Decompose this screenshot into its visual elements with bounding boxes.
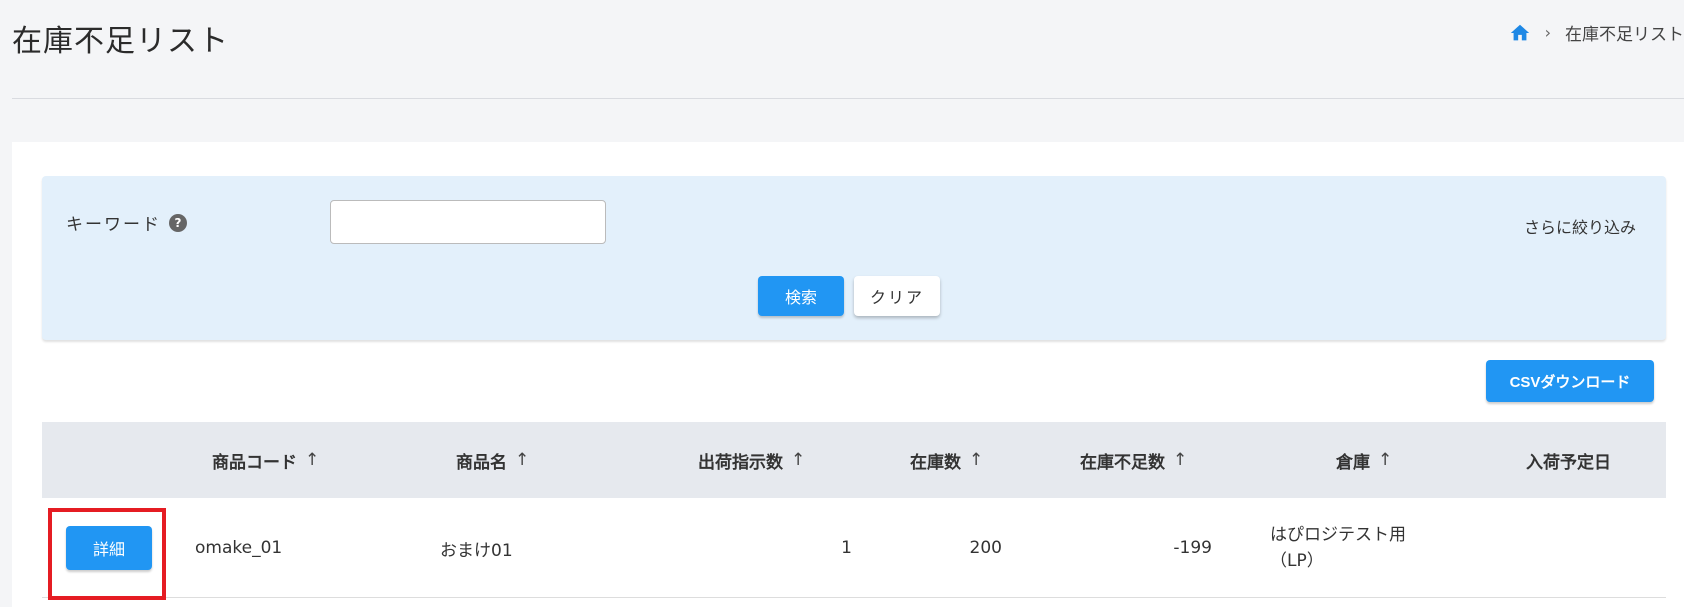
cell-name: おまけ01 [440, 540, 513, 561]
keyword-label: キーワード ? [66, 210, 187, 235]
arrow-up-icon: ↑ [969, 450, 984, 470]
warehouse-text: はぴロジテスト用（LP） [1270, 525, 1406, 571]
column-header-code[interactable]: 商品コード ↑ [212, 422, 319, 498]
arrow-up-icon: ↑ [1378, 450, 1393, 470]
content-card: キーワード ? さらに絞り込み 検索 クリア CSVダウンロード 商品コード ↑… [12, 142, 1684, 607]
cell-warehouse: はぴロジテスト用（LP） [1270, 498, 1440, 598]
table-row: 詳細 omake_01 おまけ01 1 200 -199 はぴロジテスト用（LP… [42, 498, 1666, 600]
column-header-warehouse[interactable]: 倉庫 ↑ [1336, 422, 1392, 498]
keyword-input[interactable] [330, 200, 606, 244]
column-header-label: 出荷指示数 [698, 452, 783, 473]
table-header: 商品コード ↑ 商品名 ↑ 出荷指示数 ↑ 在庫数 ↑ 在庫不足数 ↑ 倉庫 ↑… [42, 422, 1666, 498]
breadcrumb-current: 在庫不足リスト [1565, 25, 1684, 45]
cell-shortage: -199 [1173, 538, 1212, 558]
page-header: 在庫不足リスト › 在庫不足リスト [0, 0, 1684, 98]
column-header-label: 在庫数 [910, 452, 961, 473]
column-header-stock[interactable]: 在庫数 ↑ [910, 422, 983, 498]
clear-button[interactable]: クリア [854, 276, 940, 316]
column-header-label: 在庫不足数 [1080, 452, 1165, 473]
csv-download-button[interactable]: CSVダウンロード [1486, 360, 1654, 402]
column-header-label: 入荷予定日 [1526, 452, 1611, 473]
detail-button[interactable]: 詳細 [66, 526, 152, 570]
arrow-up-icon: ↑ [515, 450, 530, 470]
page-title: 在庫不足リスト [12, 24, 229, 59]
arrow-up-icon: ↑ [1173, 450, 1188, 470]
arrow-up-icon: ↑ [791, 450, 806, 470]
cell-code: omake_01 [195, 538, 283, 558]
column-header-label: 商品名 [456, 452, 507, 473]
keyword-label-text: キーワード [66, 215, 161, 235]
search-panel: キーワード ? さらに絞り込み 検索 クリア [42, 176, 1666, 340]
breadcrumb-separator: › [1544, 23, 1551, 42]
cell-ship-qty: 1 [841, 538, 852, 558]
column-header-name[interactable]: 商品名 ↑ [456, 422, 529, 498]
column-header-label: 倉庫 [1336, 452, 1370, 473]
breadcrumb: › 在庫不足リスト [1509, 20, 1684, 45]
cell-stock-qty: 200 [969, 538, 1002, 558]
column-header-shortage[interactable]: 在庫不足数 ↑ [1080, 422, 1187, 498]
arrow-up-icon: ↑ [305, 450, 320, 470]
more-filter-link[interactable]: さらに絞り込み [1524, 214, 1636, 238]
column-header-ship-qty[interactable]: 出荷指示数 ↑ [698, 422, 805, 498]
search-button[interactable]: 検索 [758, 276, 844, 316]
column-header-label: 商品コード [212, 452, 297, 473]
help-icon[interactable]: ? [169, 213, 187, 232]
home-icon[interactable] [1509, 22, 1531, 44]
header-divider [12, 98, 1684, 99]
column-header-arrival-date[interactable]: 入荷予定日 [1526, 422, 1611, 498]
